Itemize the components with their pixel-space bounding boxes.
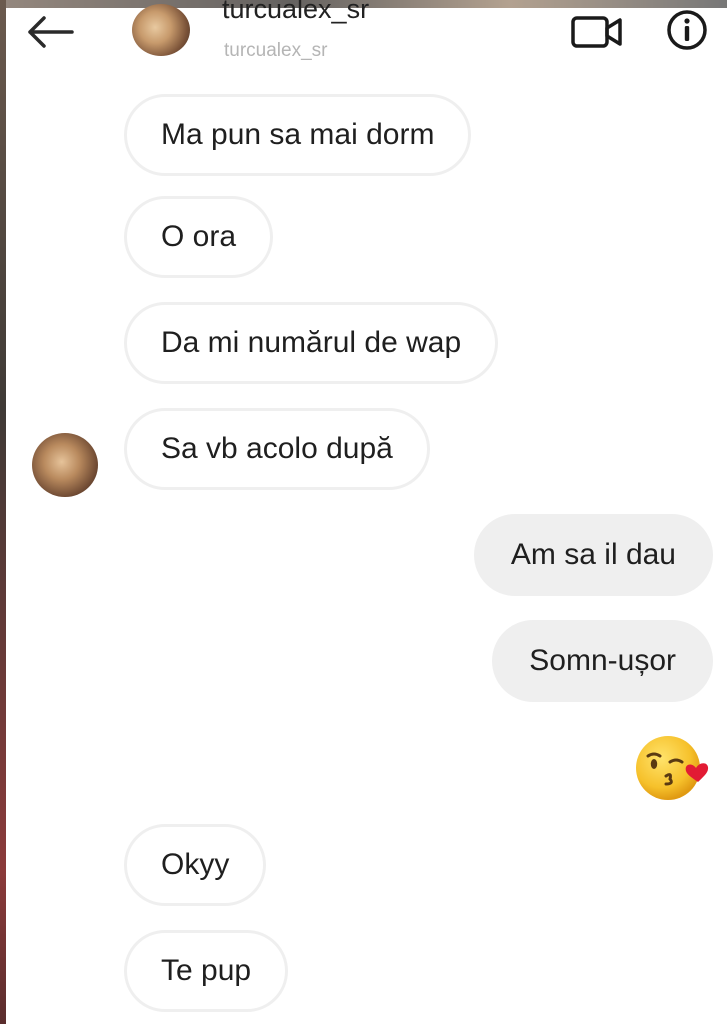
message-text: Somn-ușor — [529, 644, 676, 677]
subtitle-username: turcualex_sr — [224, 40, 328, 61]
sender-avatar[interactable] — [32, 433, 98, 497]
message-text: O ora — [161, 220, 237, 253]
message-bubble-incoming[interactable]: Sa vb acolo după — [124, 408, 430, 490]
back-button[interactable] — [22, 10, 78, 54]
arrow-left-icon — [28, 16, 74, 48]
message-text: Sa vb acolo după — [161, 432, 393, 465]
info-button[interactable] — [665, 8, 709, 52]
message-bubble-outgoing[interactable]: Am sa il dau — [473, 514, 713, 596]
message-bubble-incoming[interactable]: Da mi numărul de wap — [124, 302, 499, 384]
message-bubble-incoming[interactable]: Ma pun sa mai dorm — [124, 94, 472, 176]
message-text: Ma pun sa mai dorm — [161, 118, 435, 151]
message-bubble-incoming[interactable]: Okyy — [124, 824, 267, 906]
avatar[interactable] — [132, 4, 190, 56]
kiss-emoji-message[interactable] — [632, 732, 712, 802]
message-bubble-incoming[interactable]: O ora — [124, 196, 274, 278]
info-icon — [667, 10, 707, 50]
message-text: Da mi numărul de wap — [161, 326, 462, 359]
username[interactable]: turcualex_sr — [222, 0, 369, 25]
message-bubble-outgoing[interactable]: Somn-ușor — [492, 620, 713, 702]
left-photo-strip — [0, 0, 6, 1024]
video-call-button[interactable] — [570, 12, 624, 52]
message-bubble-incoming[interactable]: Te pup — [124, 930, 289, 1012]
video-camera-icon — [571, 16, 622, 48]
message-text: Am sa il dau — [510, 538, 676, 571]
message-text: Okyy — [161, 848, 230, 881]
chat-header: turcualex_sr turcualex_sr — [0, 0, 727, 80]
message-text: Te pup — [161, 954, 252, 987]
face-blowing-kiss-icon — [636, 736, 709, 800]
